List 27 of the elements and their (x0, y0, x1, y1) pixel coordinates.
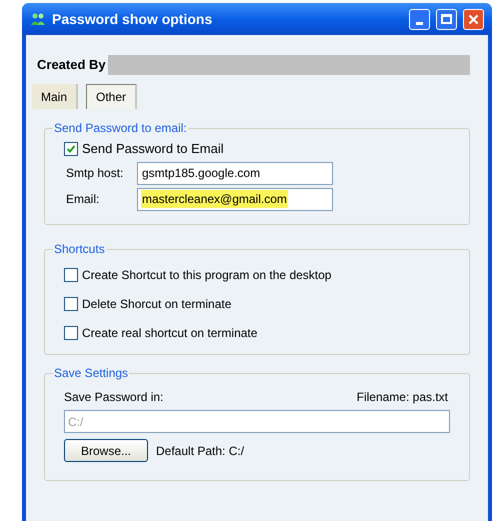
maximize-button[interactable] (436, 8, 457, 30)
checkbox[interactable] (64, 326, 78, 340)
minimize-button[interactable] (409, 8, 430, 30)
checkbox-label: Create Shortcut to this program on the desktop (82, 267, 332, 284)
checkbox[interactable] (64, 268, 78, 282)
close-icon (468, 14, 479, 24)
checkbox[interactable] (64, 142, 78, 156)
group-title: Save Settings (53, 365, 130, 381)
save-label: Save Password in: (64, 389, 164, 406)
checkbox-label: Send Password to Email (82, 140, 224, 158)
field-label: Smtp host: (65, 165, 124, 182)
check-icon (66, 144, 76, 154)
filename-label: Filename: pas.txt (356, 389, 448, 406)
field-label: Email: (65, 191, 100, 208)
browse-button[interactable]: Browse... (64, 439, 148, 462)
checkbox-label: Delete Shorcut on terminate (82, 296, 232, 313)
tab[interactable]: Other (86, 84, 138, 109)
checkbox[interactable] (64, 297, 78, 311)
default-path-label: Default Path: C:/ (156, 442, 244, 460)
close-button[interactable] (463, 8, 484, 30)
input-field[interactable]: mastercleanex@gmail.com (137, 188, 333, 210)
input-field[interactable]: gsmtp185.google.com (137, 162, 333, 184)
created-by-label: Created By (37, 56, 106, 74)
window-title: Password show options (52, 10, 214, 29)
tab[interactable]: Main (32, 84, 78, 109)
checkbox-label: Create real shortcut on terminate (82, 325, 258, 342)
users-icon (30, 12, 46, 26)
